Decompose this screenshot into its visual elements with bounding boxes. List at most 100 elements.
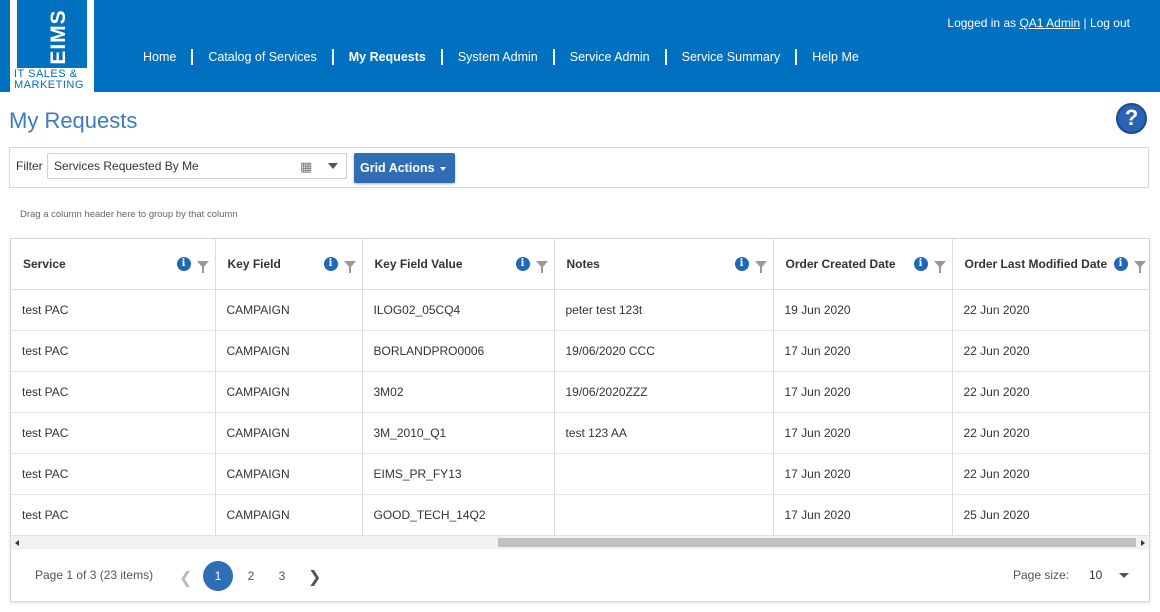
table-cell (554, 453, 774, 495)
table-cell: CAMPAIGN (215, 412, 363, 454)
table-cell: GOOD_TECH_14Q2 (362, 494, 555, 536)
page-size-label: Page size: (1013, 568, 1070, 582)
column-header-icons: i (176, 257, 209, 273)
column-header-notes[interactable]: Notes i (554, 239, 774, 290)
table-cell: 19/06/2020 CCC (554, 330, 774, 372)
table-cell: 19 Jun 2020 (773, 289, 953, 331)
table-cell: 17 Jun 2020 (773, 330, 953, 372)
pager-page-1[interactable]: 1 (203, 561, 233, 591)
group-by-hint: Drag a column header here to group by th… (20, 209, 238, 220)
horizontal-scrollbar[interactable] (11, 535, 1149, 549)
column-header-order-created-date[interactable]: Order Created Date i (773, 239, 953, 290)
help-icon[interactable]: ? (1116, 103, 1147, 134)
requests-grid: Service i Key Field i Key Field Value i Notes i… (10, 238, 1150, 602)
page-size-chevron-icon[interactable] (1119, 573, 1129, 578)
table-cell: CAMPAIGN (215, 330, 363, 372)
nav-my-requests[interactable]: My Requests (334, 49, 443, 65)
nav-catalog-of-services[interactable]: Catalog of Services (193, 49, 334, 65)
table-header-row: Service i Key Field i Key Field Value i Notes i… (11, 239, 1149, 290)
info-icon[interactable]: i (734, 257, 749, 271)
column-header-key-field-value[interactable]: Key Field Value i (362, 239, 555, 290)
table-cell: 22 Jun 2020 (952, 453, 1149, 495)
grid-actions-label: Grid Actions (360, 161, 435, 175)
table-cell: ILOG02_05CQ4 (362, 289, 555, 331)
info-icon[interactable]: i (176, 257, 191, 271)
scroll-left-icon[interactable] (15, 540, 19, 546)
chevron-left-icon[interactable]: ❮ (179, 568, 192, 588)
nav-home[interactable]: Home (128, 49, 194, 65)
table-cell: 19/06/2020ZZZ (554, 371, 774, 413)
table-cell: 3M_2010_Q1 (362, 412, 555, 454)
info-icon[interactable]: i (1113, 257, 1128, 271)
column-header-icons: i (734, 257, 767, 273)
user-name-link[interactable]: QA1 Admin (1019, 16, 1080, 30)
table-cell: test PAC (11, 330, 216, 372)
pager-page-3[interactable]: 3 (267, 561, 297, 591)
scroll-right-icon[interactable] (1141, 540, 1145, 546)
table-cell: BORLANDPRO0006 (362, 330, 555, 372)
caret-down-icon (439, 166, 446, 171)
info-icon[interactable]: i (515, 257, 530, 271)
table-row[interactable]: test PAC CAMPAIGN GOOD_TECH_14Q2 17 Jun 202… (11, 494, 1149, 536)
filter-selected-value: Services Requested By Me (54, 159, 199, 173)
table-cell: 17 Jun 2020 (773, 412, 953, 454)
table-row[interactable]: test PAC CAMPAIGN BORLANDPRO0006 19/06/2020… (11, 330, 1149, 372)
eims-logo[interactable]: EIMS IT SALES & MARKETING (10, 0, 94, 92)
top-header: EIMS IT SALES & MARKETING Home Catalog o… (0, 0, 1160, 92)
chevron-down-icon[interactable] (328, 163, 338, 169)
table-row[interactable]: test PAC CAMPAIGN EIMS_PR_FY13 17 Jun 2020 2… (11, 453, 1149, 495)
grid-actions-button[interactable]: Grid Actions (354, 153, 455, 183)
column-header-label: Order Last Modified Date (964, 256, 1108, 271)
filter-dropdown[interactable]: Services Requested By Me ▦ (47, 153, 347, 179)
logout-link[interactable]: Log out (1090, 16, 1130, 30)
chevron-right-icon[interactable]: ❯ (308, 567, 321, 587)
column-header-icons: i (515, 257, 548, 273)
nav-service-admin[interactable]: Service Admin (555, 49, 667, 65)
table-cell: test PAC (11, 371, 216, 413)
table-row[interactable]: test PAC CAMPAIGN ILOG02_05CQ4 peter test 1… (11, 289, 1149, 331)
info-icon[interactable]: i (323, 257, 338, 271)
table-cell: 22 Jun 2020 (952, 371, 1149, 413)
filter-label: Filter (16, 159, 43, 173)
filter-funnel-icon[interactable] (754, 260, 767, 273)
filter-funnel-icon[interactable] (343, 260, 356, 273)
table-cell: test PAC (11, 412, 216, 454)
filter-funnel-icon[interactable] (535, 260, 548, 273)
filter-funnel-icon[interactable] (1133, 260, 1146, 273)
column-header-label: Key Field Value (374, 256, 463, 271)
table-cell (554, 494, 774, 536)
column-header-service[interactable]: Service i (11, 239, 216, 290)
column-header-key-field[interactable]: Key Field i (215, 239, 363, 290)
scrollbar-thumb[interactable] (498, 538, 1136, 547)
table-cell: 25 Jun 2020 (952, 494, 1149, 536)
table-row[interactable]: test PAC CAMPAIGN 3M_2010_Q1 test 123 AA 17 … (11, 412, 1149, 454)
table-cell: 22 Jun 2020 (952, 289, 1149, 331)
logo-subtitle: IT SALES & MARKETING (14, 69, 94, 91)
nav-help-me[interactable]: Help Me (797, 49, 874, 65)
page-title: My Requests (9, 108, 138, 133)
nav-system-admin[interactable]: System Admin (443, 49, 555, 65)
table-cell: peter test 123t (554, 289, 774, 331)
filter-funnel-icon[interactable] (933, 260, 946, 273)
column-header-icons: i (323, 257, 356, 273)
pager-page-2[interactable]: 2 (236, 561, 266, 591)
table-row[interactable]: test PAC CAMPAIGN 3M02 19/06/2020ZZZ 17 Jun … (11, 371, 1149, 413)
table-cell: 17 Jun 2020 (773, 371, 953, 413)
column-header-icons: i (913, 257, 946, 273)
table-cell: CAMPAIGN (215, 289, 363, 331)
logo-block: EIMS (17, 0, 87, 68)
pager: Page 1 of 3 (23 items) ❮ 1 2 3 ❯ Page si… (11, 550, 1149, 601)
column-header-icons: i (1113, 257, 1146, 273)
table-cell: 22 Jun 2020 (952, 412, 1149, 454)
save-filter-icon[interactable]: ▦ (300, 159, 312, 175)
column-header-label: Order Created Date (785, 256, 896, 271)
filter-funnel-icon[interactable] (196, 260, 209, 273)
table-cell: CAMPAIGN (215, 371, 363, 413)
nav-service-summary[interactable]: Service Summary (667, 49, 798, 65)
table-cell: test PAC (11, 289, 216, 331)
info-icon[interactable]: i (913, 257, 928, 271)
column-header-order-last-modified-date[interactable]: Order Last Modified Date i (952, 239, 1149, 290)
table-cell: 17 Jun 2020 (773, 453, 953, 495)
table-cell: test PAC (11, 494, 216, 536)
page-size-value[interactable]: 10 (1089, 568, 1102, 582)
